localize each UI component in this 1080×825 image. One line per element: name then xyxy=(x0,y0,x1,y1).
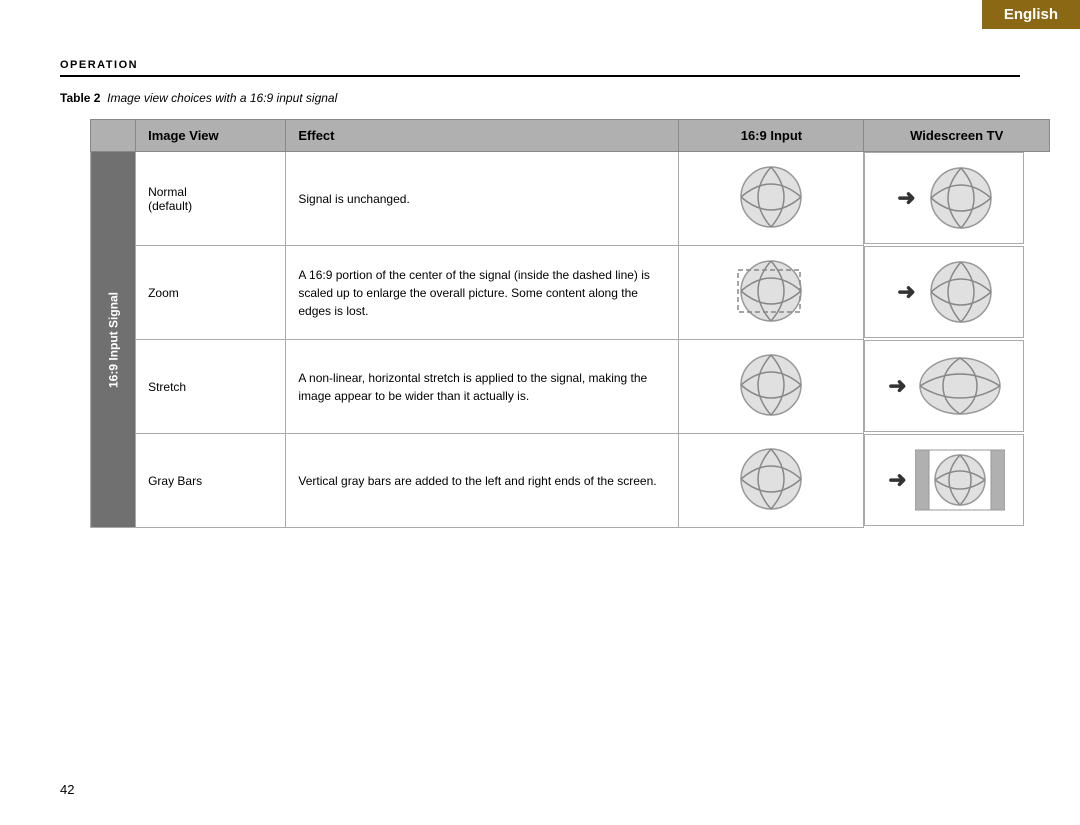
arrow-zoom-icon: ➜ xyxy=(897,279,915,305)
visual-normal-input xyxy=(679,152,864,246)
arrow-normal-icon: ➜ xyxy=(897,185,915,211)
arrow-graybars-icon: ➜ xyxy=(888,467,906,493)
row-label-16-9: 16:9 Input Signal xyxy=(91,152,136,528)
basketball-normal-output-icon xyxy=(926,163,996,233)
effect-normal: Signal is unchanged. xyxy=(286,152,679,246)
basketball-zoom-input-icon xyxy=(726,256,816,326)
table-row: Zoom A 16:9 portion of the center of the… xyxy=(91,246,1050,340)
operation-section: Operation xyxy=(60,55,1020,77)
image-view-table: Image View Effect 16:9 Input Widescreen … xyxy=(90,119,1050,528)
table-row: 16:9 Input Signal Normal(default) Signal… xyxy=(91,152,1050,246)
image-view-stretch: Stretch xyxy=(136,340,286,434)
table-label: Table 2 xyxy=(60,91,100,105)
basketball-graybars-input-icon xyxy=(736,444,806,514)
col-header-widescreen: Widescreen TV xyxy=(864,120,1050,152)
visual-stretch-output: ➜ xyxy=(864,340,1024,432)
basketball-normal-input-icon xyxy=(736,162,806,232)
col-header-input: 16:9 Input xyxy=(679,120,864,152)
table-row: Stretch A non-linear, horizontal stretch… xyxy=(91,340,1050,434)
basketball-stretch-output-icon xyxy=(915,351,1005,421)
arrow-stretch-icon: ➜ xyxy=(888,373,906,399)
visual-zoom-output: ➜ xyxy=(864,246,1024,338)
operation-divider xyxy=(60,75,1020,77)
effect-stretch: A non-linear, horizontal stretch is appl… xyxy=(286,340,679,434)
basketball-zoom-output-icon xyxy=(926,257,996,327)
visual-normal-output: ➜ xyxy=(864,152,1024,244)
image-view-normal: Normal(default) xyxy=(136,152,286,246)
operation-label: Operation xyxy=(60,59,138,71)
image-view-zoom: Zoom xyxy=(136,246,286,340)
image-view-graybars: Gray Bars xyxy=(136,434,286,528)
visual-graybars-input xyxy=(679,434,864,528)
basketball-stretch-input-icon xyxy=(736,350,806,420)
english-tab: English xyxy=(982,0,1080,29)
col-header-image-view: Image View xyxy=(136,120,286,152)
effect-graybars: Vertical gray bars are added to the left… xyxy=(286,434,679,528)
table-caption-text: Image view choices with a 16:9 input sig… xyxy=(107,91,337,105)
visual-graybars-output: ➜ xyxy=(864,434,1024,526)
effect-zoom: A 16:9 portion of the center of the sign… xyxy=(286,246,679,340)
basketball-graybars-output-icon xyxy=(915,445,1005,515)
page-number: 42 xyxy=(60,782,74,797)
visual-stretch-input xyxy=(679,340,864,434)
visual-zoom-input xyxy=(679,246,864,340)
col-header-effect: Effect xyxy=(286,120,679,152)
table-caption: Table 2 Image view choices with a 16:9 i… xyxy=(60,91,1020,105)
table-row: Gray Bars Vertical gray bars are added t… xyxy=(91,434,1050,528)
